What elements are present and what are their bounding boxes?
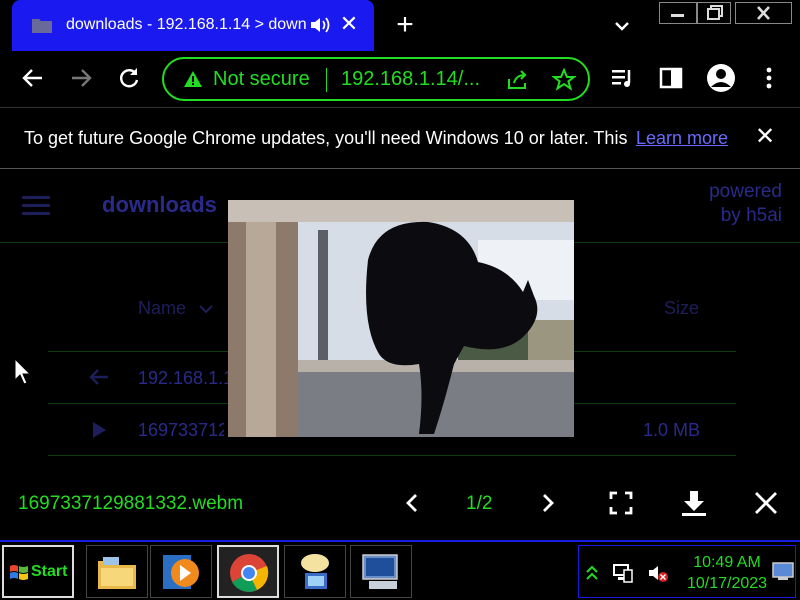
warning-icon[interactable] [183, 70, 203, 88]
infobar-message: To get future Google Chrome updates, you… [24, 128, 630, 148]
column-header-name[interactable]: Name [138, 298, 213, 319]
tab-close-button[interactable]: ✕ [338, 12, 360, 36]
play-icon [93, 422, 106, 438]
mouse-cursor-icon [14, 358, 32, 385]
maximize-button[interactable] [697, 2, 731, 24]
close-window-button[interactable] [735, 2, 792, 24]
minimize-button[interactable] [659, 2, 697, 24]
back-arrow-icon[interactable] [20, 65, 46, 91]
powered-line-2: by h5ai [720, 205, 782, 226]
chevron-down-icon [199, 305, 213, 314]
chevron-down-icon[interactable] [610, 14, 634, 38]
close-icon[interactable] [752, 489, 780, 517]
hamburger-menu-icon[interactable] [22, 196, 50, 216]
reload-icon[interactable] [116, 65, 142, 91]
start-label: Start [31, 563, 68, 580]
start-button[interactable]: Start [2, 545, 74, 598]
infobar-close-button[interactable]: ✕ [752, 123, 778, 151]
side-panel-icon[interactable] [658, 65, 684, 91]
media-control-icon[interactable] [610, 65, 636, 91]
clock-date: 10/17/2023 [686, 575, 768, 592]
volume-muted-icon[interactable] [647, 562, 669, 584]
speaker-icon[interactable] [309, 15, 331, 35]
update-infobar: To get future Google Chrome updates, you… [0, 109, 800, 169]
breadcrumb[interactable]: downloads [102, 192, 217, 218]
media-player-icon [163, 555, 199, 589]
taskbar-messenger[interactable] [284, 545, 346, 598]
taskbar-chrome[interactable] [217, 545, 279, 598]
remote-desktop-icon [362, 554, 398, 589]
taskbar-file-explorer[interactable] [86, 545, 148, 598]
column-header-size[interactable]: Size [664, 298, 699, 319]
close-icon [757, 6, 770, 20]
show-desktop-icon[interactable] [772, 561, 794, 581]
row-name: 1697337129881332.webm [138, 420, 224, 440]
previous-icon[interactable] [398, 489, 426, 517]
forward-arrow-icon[interactable] [68, 65, 94, 91]
taskbar-media-player[interactable] [150, 545, 212, 598]
windows-taskbar: Start 10:49 AM 10/17/2023 [0, 540, 800, 600]
omnibox-divider [326, 68, 327, 92]
browser-toolbar: Not secure 192.168.1.14/... [0, 51, 800, 108]
taskbar-clock[interactable]: 10:49 AM 10/17/2023 [683, 552, 771, 594]
system-tray: 10:49 AM 10/17/2023 [578, 545, 796, 598]
back-arrow-icon [89, 369, 108, 385]
download-icon[interactable] [680, 489, 708, 517]
viewer-counter: 1/2 [466, 493, 493, 514]
row-size: 1.0 MB [642, 420, 700, 440]
browser-titlebar: downloads - 192.168.1.14 > downloads ✕ + [0, 0, 800, 51]
viewer-controls: 1697337129881332.webm 1/2 [0, 475, 800, 535]
more-menu-icon[interactable] [756, 65, 782, 91]
clock-time: 10:49 AM [693, 554, 761, 571]
bookmark-star-icon[interactable] [552, 68, 576, 92]
show-hidden-icons-icon[interactable] [585, 562, 599, 584]
tab-title: downloads - 192.168.1.14 > downloads [66, 16, 306, 33]
taskbar-remote-desktop[interactable] [350, 545, 412, 598]
share-icon[interactable] [506, 69, 528, 91]
cat-video-frame [228, 200, 574, 437]
video-preview[interactable] [228, 200, 574, 437]
browser-tab[interactable]: downloads - 192.168.1.14 > downloads ✕ [12, 0, 374, 51]
restore-icon [707, 5, 723, 20]
powered-line-1: powered [709, 181, 782, 202]
viewer-filename: 1697337129881332.webm [18, 493, 244, 514]
learn-more-link[interactable]: Learn more [636, 128, 728, 149]
row-divider [48, 455, 736, 456]
profile-avatar-icon[interactable] [706, 63, 736, 93]
address-bar[interactable]: Not secure 192.168.1.14/... [162, 57, 590, 101]
windows-logo-icon [10, 565, 28, 580]
powered-by-link[interactable]: powered by h5ai [709, 180, 782, 228]
folder-icon [32, 19, 52, 33]
security-label[interactable]: Not secure [213, 68, 310, 91]
chrome-icon [230, 554, 269, 592]
minimize-icon [671, 14, 684, 17]
column-name-label: Name [138, 298, 187, 318]
new-tab-button[interactable]: + [392, 8, 418, 42]
next-icon[interactable] [534, 489, 562, 517]
fullscreen-icon[interactable] [607, 489, 635, 517]
file-explorer-icon [98, 557, 136, 589]
messenger-icon [301, 554, 329, 589]
network-icon[interactable] [612, 562, 634, 584]
url-text[interactable]: 192.168.1.14/... [341, 68, 480, 91]
